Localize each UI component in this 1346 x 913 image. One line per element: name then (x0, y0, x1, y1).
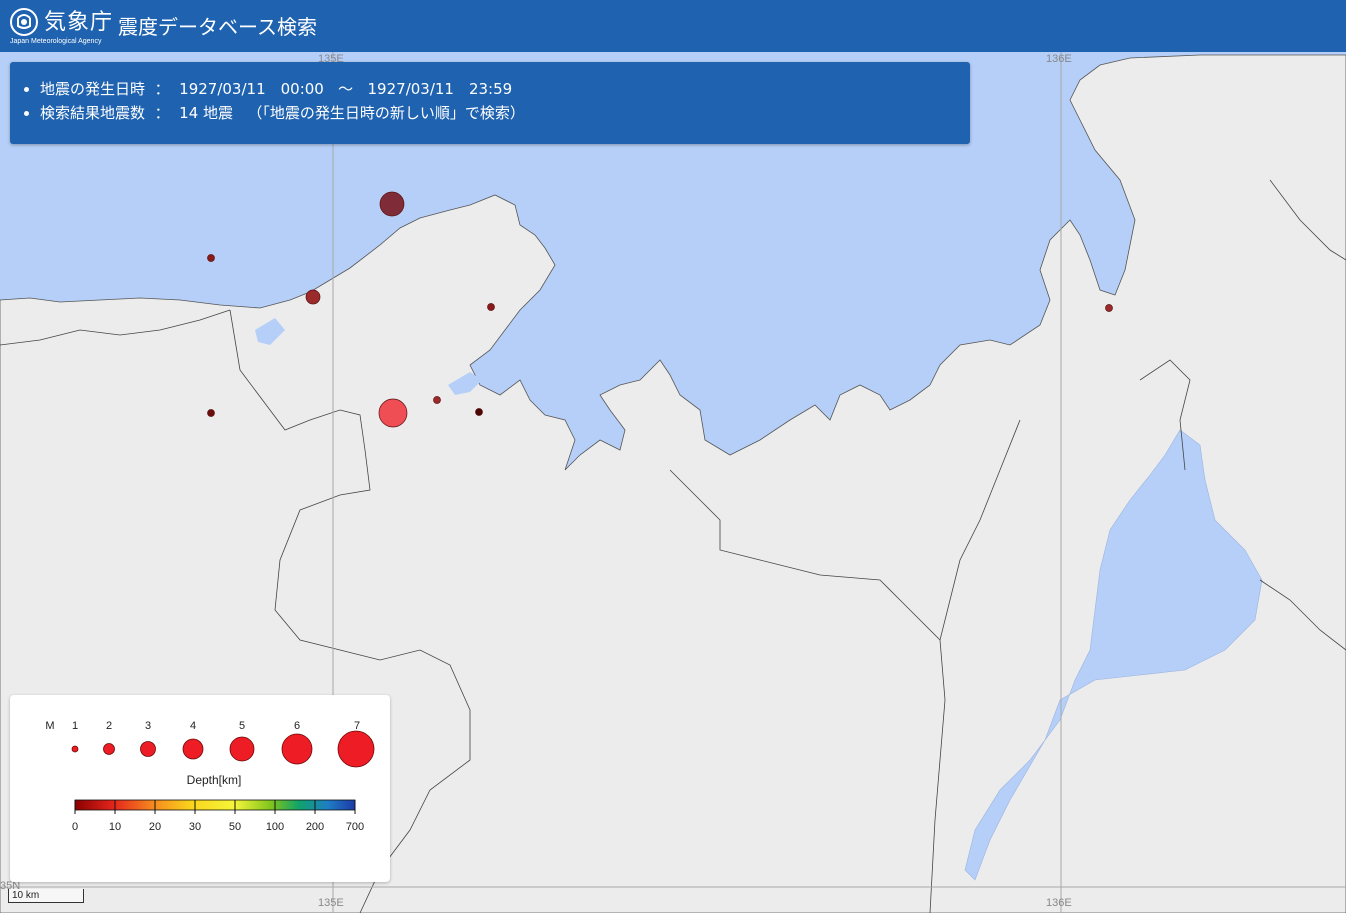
depth-tick: 10 (109, 821, 121, 833)
jma-logo-icon (10, 8, 38, 36)
magnitude-circle (337, 730, 375, 768)
count-colon: ： (154, 104, 170, 122)
magnitude-circle (182, 738, 204, 760)
quake-marker[interactable] (487, 303, 495, 311)
depth-title: Depth[km] (187, 773, 242, 787)
depth-tick: 50 (229, 821, 241, 833)
date-label: 地震の発生日時 (40, 80, 146, 98)
depth-tick: 20 (149, 821, 161, 833)
map-legend: M 1 2 3 4 5 6 7 Depth[km] 0 10 20 30 50 … (10, 695, 390, 882)
lon-136-top-label: 136E (1046, 53, 1072, 65)
depth-tick: 0 (72, 821, 78, 833)
date-from: 1927/03/11 00:00 (179, 80, 324, 98)
quake-marker[interactable] (379, 191, 405, 217)
depth-color-bar (74, 799, 356, 811)
depth-tick: 30 (189, 821, 201, 833)
quake-marker[interactable] (1105, 304, 1113, 312)
quake-marker[interactable] (433, 396, 441, 404)
magnitude-circle (71, 745, 79, 753)
depth-tick: 100 (266, 821, 284, 833)
magnitude-circle (281, 733, 313, 765)
scale-bar: 10 km (8, 889, 84, 903)
magnitude-tick: 6 (294, 720, 300, 732)
depth-tick: 200 (306, 821, 324, 833)
magnitude-label: M (45, 720, 54, 732)
app-header: 気象庁 Japan Meteorological Agency 震度データベース… (0, 0, 1346, 52)
quake-marker[interactable] (378, 398, 408, 428)
magnitude-tick: 4 (190, 720, 196, 732)
magnitude-circle (103, 743, 115, 755)
result-count-item: 検索結果地震数 ： 14 地震 （「地震の発生日時の新しい順」で検索） (40, 101, 970, 125)
magnitude-tick: 3 (145, 720, 151, 732)
magnitude-tick: 1 (72, 720, 78, 732)
count-label: 検索結果地震数 (40, 104, 146, 122)
magnitude-circle (229, 736, 255, 762)
lon-136-bottom-label: 136E (1046, 897, 1072, 909)
depth-tick: 700 (346, 821, 364, 833)
lon-135-bottom-label: 135E (318, 897, 344, 909)
magnitude-tick: 2 (106, 720, 112, 732)
date-range-item: 地震の発生日時 ： 1927/03/11 00:00 ～ 1927/03/11 … (40, 77, 970, 101)
date-tilde: ～ (338, 80, 354, 98)
quake-marker[interactable] (207, 254, 215, 262)
agency-name: 気象庁 (44, 10, 114, 35)
count-value: 14 地震 (179, 104, 234, 122)
lon-135-top-label: 135E (318, 53, 344, 65)
agency-name-en: Japan Meteorological Agency (10, 38, 102, 45)
magnitude-circle (140, 741, 156, 757)
order-note: （「地震の発生日時の新しい順」で検索） (247, 104, 525, 122)
quake-marker[interactable] (475, 408, 483, 416)
magnitude-tick: 7 (354, 720, 360, 732)
magnitude-tick: 5 (239, 720, 245, 732)
app-title: 震度データベース検索 (118, 15, 317, 39)
quake-marker[interactable] (207, 409, 215, 417)
quake-marker[interactable] (305, 289, 321, 305)
date-to: 1927/03/11 23:59 (367, 80, 513, 98)
search-info-panel: 地震の発生日時 ： 1927/03/11 00:00 ～ 1927/03/11 … (10, 62, 970, 144)
legend-graphic: M 1 2 3 4 5 6 7 Depth[km] 0 10 20 30 50 … (45, 720, 375, 833)
date-colon: ： (154, 80, 170, 98)
